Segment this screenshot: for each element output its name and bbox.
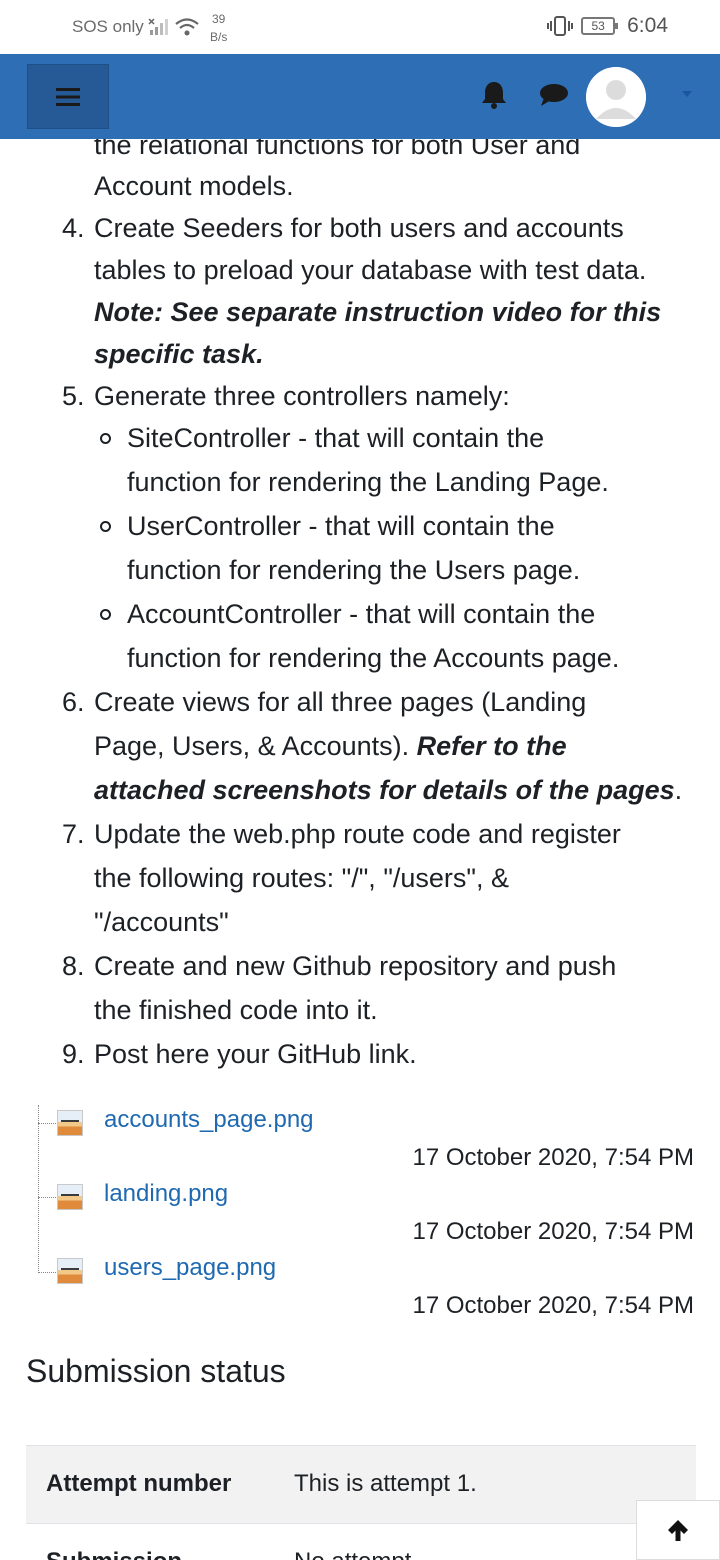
vibrate-icon [547, 16, 574, 36]
list-number: 8. [62, 951, 85, 981]
chat-icon [540, 84, 568, 106]
instruction-text: Create and new Github repository and pus… [94, 951, 617, 981]
instruction-note: Note: See separate instruction video for… [94, 297, 662, 327]
user-avatar[interactable] [586, 67, 646, 127]
instruction-text: Create views for all three pages (Landin… [94, 687, 587, 717]
instruction-text: Create Seeders for both users and accoun… [94, 213, 624, 243]
list-number: 4. [62, 213, 85, 243]
sub-instruction-text: AccountController - that will contain th… [127, 599, 596, 629]
instruction-text: "/accounts" [94, 907, 229, 937]
carrier-text: SOS only [72, 17, 144, 36]
back-to-top-button[interactable] [636, 1500, 720, 1560]
submission-status-heading: Submission status [26, 1353, 286, 1389]
list-number: 5. [62, 381, 85, 411]
attachment-date: 17 October 2020, 7:54 PM [412, 1292, 694, 1319]
table-row: Submission No attempt [26, 1523, 696, 1560]
instruction-text: Generate three controllers namely: [94, 381, 510, 411]
instruction-text: the relational functions for both User a… [94, 139, 581, 160]
speed-value: 39 [211, 12, 226, 26]
tree-connector [38, 1272, 56, 1273]
attachment-link[interactable]: landing.png [104, 1180, 228, 1208]
row-value: No attempt [294, 1548, 411, 1560]
instruction-text: Account models. [94, 171, 294, 201]
row-label: Submission [46, 1548, 182, 1560]
sub-instruction-text: UserController - that will contain the [127, 511, 555, 541]
sub-instruction-text: function for rendering the Landing Page. [127, 467, 609, 497]
hamburger-icon [56, 87, 80, 106]
battery-level: 53 [591, 19, 605, 33]
carrier-status: SOS only [72, 17, 200, 37]
bullet-circle-icon [100, 433, 111, 444]
instruction-plain: . [674, 775, 683, 805]
attachment-link[interactable]: accounts_page.png [104, 1106, 314, 1134]
list-number: 7. [62, 819, 85, 849]
bullet-circle-icon [100, 609, 111, 620]
row-label: Attempt number [46, 1470, 232, 1497]
instruction-text: the finished code into it. [94, 995, 378, 1025]
system-status: 53 6:04 [547, 14, 668, 38]
clock: 6:04 [627, 14, 668, 37]
image-file-icon [57, 1258, 83, 1284]
instruction-text: attached screenshots for details of the … [94, 769, 682, 811]
tree-connector [38, 1123, 56, 1124]
status-bar: SOS only 39 B/s 53 6:04 [0, 0, 720, 54]
wifi-icon [175, 18, 199, 36]
assignment-content: the relational functions for both User a… [0, 139, 720, 1560]
list-number: 9. [62, 1039, 85, 1069]
sub-instruction-text: function for rendering the Accounts page… [127, 643, 620, 673]
sub-instruction-text: function for rendering the Users page. [127, 555, 581, 585]
instruction-text: the following routes: "/", "/users", & [94, 863, 510, 893]
tree-connector [38, 1105, 39, 1273]
tree-connector [38, 1197, 56, 1198]
submission-status-table: Attempt number This is attempt 1. Submis… [26, 1445, 696, 1560]
bullet-circle-icon [100, 521, 111, 532]
instruction-text: Page, Users, & Accounts). Refer to the [94, 725, 567, 767]
instruction-text: Update the web.php route code and regist… [94, 819, 621, 849]
instruction-text: Post here your GitHub link. [94, 1039, 417, 1069]
image-file-icon [57, 1110, 83, 1136]
instruction-plain: Page, Users, & Accounts). [94, 731, 417, 761]
battery-icon: 53 [581, 17, 619, 35]
menu-toggle-button[interactable] [27, 64, 109, 129]
table-row: Attempt number This is attempt 1. [26, 1445, 696, 1523]
list-number: 6. [62, 687, 85, 717]
messages-button[interactable] [538, 82, 570, 113]
instruction-emphasis: Refer to the [416, 731, 567, 761]
instruction-text: tables to preload your database with tes… [94, 255, 647, 285]
image-file-icon [57, 1184, 83, 1210]
arrow-up-icon [668, 1520, 688, 1541]
attachment-link[interactable]: users_page.png [104, 1254, 276, 1282]
attachment-date: 17 October 2020, 7:54 PM [412, 1144, 694, 1171]
instruction-emphasis: attached screenshots for details of the … [94, 775, 675, 805]
instruction-note: specific task. [94, 339, 264, 369]
notifications-button[interactable] [480, 80, 508, 115]
speed-unit: B/s [210, 30, 228, 44]
sub-instruction-text: SiteController - that will contain the [127, 423, 545, 453]
bell-icon [482, 82, 506, 109]
user-menu-caret-icon[interactable] [682, 91, 692, 97]
row-value: This is attempt 1. [294, 1470, 477, 1497]
attachment-date: 17 October 2020, 7:54 PM [412, 1218, 694, 1245]
signal-icon [148, 18, 168, 35]
network-speed: 39 B/s [210, 10, 227, 46]
top-navbar [0, 54, 720, 139]
user-avatar-icon [586, 67, 646, 127]
